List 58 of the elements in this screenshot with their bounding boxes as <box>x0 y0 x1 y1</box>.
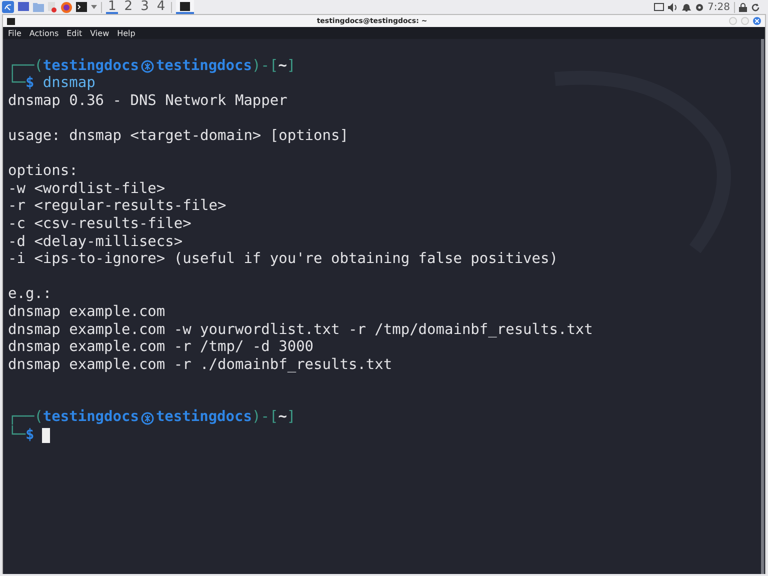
close-button[interactable] <box>753 17 761 25</box>
menu-item[interactable]: Actions <box>29 28 59 38</box>
prompt-user: testingdocs <box>42 409 139 428</box>
terminal-task-button[interactable] <box>176 0 194 14</box>
menu-item[interactable]: Help <box>117 28 136 38</box>
menu-item[interactable]: File <box>8 28 22 38</box>
workspace-switch[interactable]: 3 <box>138 0 151 14</box>
menu-item[interactable]: View <box>90 28 110 38</box>
prompt-frame: )-[ <box>252 409 278 428</box>
output-line: -w <wordlist-file> <box>8 180 166 198</box>
prompt-user: testingdocs <box>156 409 252 428</box>
text-editor-icon[interactable] <box>48 2 57 12</box>
speaker-icon[interactable] <box>668 2 678 12</box>
prompt-frame: ] <box>286 409 296 428</box>
output-line: -i <ips-to-ignore> (useful if you're obtaining false positives) <box>8 251 558 269</box>
output-line: dnsmap example.com -w yourwordlist.txt -r /tmp/domainbf_results.txt <box>8 322 593 340</box>
terminal-icon[interactable] <box>76 2 87 12</box>
menu-item[interactable]: Edit <box>66 28 82 38</box>
prompt-user: testingdocs <box>156 58 252 76</box>
terminal-icon <box>7 18 15 24</box>
prompt-frame: ┌──( <box>8 58 43 76</box>
output-line: dnsmap 0.36 - DNS Network Mapper <box>8 92 288 110</box>
clock[interactable]: 7:28 <box>708 2 730 12</box>
output-line: usage: dnsmap <target-domain> [options] <box>8 128 348 146</box>
output-line: -r <regular-results-file> <box>8 198 226 216</box>
bell-icon[interactable] <box>682 2 691 12</box>
lock-icon[interactable] <box>739 2 747 12</box>
output-line: -c <csv-results-file> <box>8 216 192 234</box>
circled-symbol-icon <box>140 60 154 73</box>
display-icon[interactable] <box>654 3 664 11</box>
output-line: dnsmap example.com -r ./domainbf_results.txt <box>8 356 392 374</box>
output-line: e.g.: <box>8 286 52 304</box>
prompt-frame: └─ <box>8 427 26 445</box>
command-text: dnsmap <box>42 75 96 93</box>
caret-icon[interactable] <box>91 5 97 9</box>
scrollbar[interactable] <box>761 39 764 574</box>
workspace-switch[interactable]: 2 <box>122 0 135 14</box>
gear-icon[interactable] <box>694 2 704 12</box>
prompt-directory: ~ <box>278 58 287 76</box>
output-line: -d <delay-millisecs> <box>8 234 183 252</box>
firefox-icon[interactable] <box>61 2 72 12</box>
prompt-frame: └─ <box>8 75 26 93</box>
prompt-frame: )-[ <box>252 58 278 76</box>
kali-menu-icon[interactable] <box>2 1 14 13</box>
prompt-directory: ~ <box>278 409 287 428</box>
output-line: dnsmap example.com <box>8 304 166 322</box>
refresh-icon[interactable] <box>751 2 760 12</box>
prompt-user: testingdocs <box>42 58 139 76</box>
prompt-user: $ <box>25 427 34 445</box>
output-line: options: <box>8 163 78 181</box>
prompt-frame: ┌──( <box>8 409 43 428</box>
output-line: dnsmap example.com -r /tmp/ -d 3000 <box>8 339 314 357</box>
circled-symbol-icon <box>140 412 154 425</box>
prompt-frame: ] <box>286 58 296 76</box>
workspace-switch[interactable]: 4 <box>154 0 168 14</box>
text-cursor <box>42 428 50 444</box>
desktop-icon[interactable] <box>18 2 29 12</box>
prompt-user: $ <box>25 75 34 93</box>
